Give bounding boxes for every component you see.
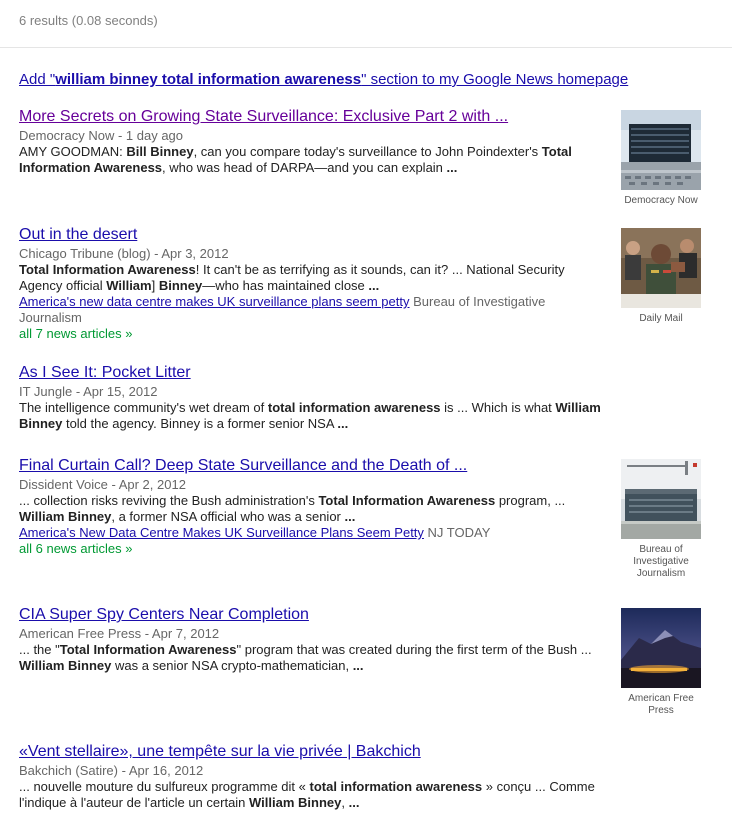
result-snippet: Total Information Awareness! It can't be… [19, 262, 604, 294]
result-title-link[interactable]: Final Curtain Call? Deep State Surveilla… [19, 456, 604, 476]
result-source-date: Dissident Voice - Apr 2, 2012 [19, 477, 186, 492]
snippet-text: was a senior NSA crypto-mathematician, [111, 658, 353, 673]
add-prefix: Add " [19, 71, 56, 88]
snippet-text: " program that was created during the fi… [236, 642, 592, 657]
thumbnail-source: Daily Mail [639, 313, 683, 324]
snippet-text: ... nouvelle mouture du sulfureux progra… [19, 779, 310, 794]
snippet-highlight: William Binney [19, 509, 112, 524]
snippet-highlight: Total Information Awareness [318, 493, 496, 508]
result-snippet: ... the "Total Information Awareness" pr… [19, 642, 604, 674]
thumbnail-source: Bureau of Investigative Journalism [633, 544, 689, 579]
result-title-link[interactable]: CIA Super Spy Centers Near Completion [19, 605, 604, 625]
result-snippet: AMY GOODMAN: Bill Binney, can you compar… [19, 144, 604, 176]
snippet-text: The intelligence community's wet dream o… [19, 400, 268, 415]
result-snippet: ... collection risks reviving the Bush a… [19, 493, 604, 525]
news-result: Final Curtain Call? Deep State Surveilla… [19, 456, 604, 557]
news-result: More Secrets on Growing State Surveillan… [19, 107, 604, 176]
data-center-photo-icon[interactable] [621, 459, 701, 539]
news-result: As I See It: Pocket Litter IT Jungle - A… [19, 363, 604, 432]
add-section-link[interactable]: Add "william binney total information aw… [19, 71, 628, 88]
snippet-text: ... the " [19, 642, 60, 657]
snippet-text: —who has maintained close [202, 278, 369, 293]
all-articles-link[interactable]: all 6 news articles » [19, 541, 604, 557]
result-source-date: IT Jungle - Apr 15, 2012 [19, 384, 158, 399]
related-article: America's new data centre makes UK surve… [19, 294, 604, 326]
snippet-highlight: Bill Binney [126, 144, 194, 159]
mountain-night-photo-icon[interactable] [621, 608, 701, 688]
nsa-building-photo-icon[interactable] [621, 110, 701, 190]
news-result: CIA Super Spy Centers Near Completion Am… [19, 605, 604, 674]
snippet-highlight: William Binney [249, 795, 342, 810]
result-thumbnail: Democracy Now [618, 110, 704, 207]
snippet-text: ... collection risks reviving the Bush a… [19, 493, 319, 508]
snippet-text: , a former NSA official who was a senior [111, 509, 345, 524]
add-suffix: " section to my Google News homepage [361, 71, 629, 88]
snippet-highlight: ... [337, 416, 349, 431]
snippet-highlight: Total Information Awareness [19, 262, 196, 277]
snippet-highlight: ... [368, 278, 380, 293]
snippet-highlight: William [106, 278, 152, 293]
snippet-highlight: William Binney [19, 658, 112, 673]
snippet-highlight: ... [348, 795, 360, 810]
result-source-date: American Free Press - Apr 7, 2012 [19, 626, 220, 641]
related-source: NJ TODAY [423, 525, 491, 540]
add-query: william binney total information awarene… [55, 71, 362, 88]
news-result: «Vent stellaire», une tempête sur la vie… [19, 742, 604, 811]
snippet-text: program, ... [495, 493, 566, 508]
snippet-highlight: ... [446, 160, 458, 175]
snippet-highlight: total information awareness [267, 400, 441, 415]
result-thumbnail: American Free Press [618, 608, 704, 717]
snippet-text: is ... Which is what [440, 400, 556, 415]
result-snippet: ... nouvelle mouture du sulfureux progra… [19, 779, 604, 811]
result-thumbnail: Daily Mail [618, 228, 704, 325]
result-source-date: Democracy Now - 1 day ago [19, 128, 184, 143]
thumbnail-source: Democracy Now [624, 195, 698, 206]
general-testimony-photo-icon[interactable] [621, 228, 701, 308]
result-title-link[interactable]: As I See It: Pocket Litter [19, 363, 604, 383]
divider [0, 47, 732, 48]
snippet-text: AMY GOODMAN: [19, 144, 127, 159]
related-article: America's New Data Centre Makes UK Surve… [19, 525, 604, 541]
thumbnail-source: American Free Press [628, 693, 694, 716]
result-source-date: Bakchich (Satire) - Apr 16, 2012 [19, 763, 204, 778]
snippet-highlight: ... [344, 509, 356, 524]
result-title-link[interactable]: Out in the desert [19, 225, 604, 245]
all-articles-link[interactable]: all 7 news articles » [19, 326, 604, 342]
result-snippet: The intelligence community's wet dream o… [19, 400, 604, 432]
snippet-text: told the agency. Binney is a former seni… [62, 416, 338, 431]
news-result: Out in the desert Chicago Tribune (blog)… [19, 225, 604, 342]
snippet-text: , [341, 795, 349, 810]
related-article-link[interactable]: America's new data centre makes UK surve… [19, 294, 410, 309]
result-title-link[interactable]: More Secrets on Growing State Surveillan… [19, 107, 604, 127]
snippet-text: , can you compare today's surveillance t… [193, 144, 542, 159]
snippet-highlight: Binney [158, 278, 203, 293]
snippet-text: , who was head of DARPA—and you can expl… [162, 160, 447, 175]
snippet-text: ] [151, 278, 159, 293]
results-stats: 6 results (0.08 seconds) [19, 13, 158, 28]
snippet-highlight: Total Information Awareness [59, 642, 237, 657]
result-source-date: Chicago Tribune (blog) - Apr 3, 2012 [19, 246, 229, 261]
snippet-highlight: ... [352, 658, 364, 673]
result-title-link[interactable]: «Vent stellaire», une tempête sur la vie… [19, 742, 604, 762]
snippet-highlight: total information awareness [309, 779, 483, 794]
result-thumbnail: Bureau of Investigative Journalism [618, 459, 704, 580]
related-article-link[interactable]: America's New Data Centre Makes UK Surve… [19, 525, 424, 540]
